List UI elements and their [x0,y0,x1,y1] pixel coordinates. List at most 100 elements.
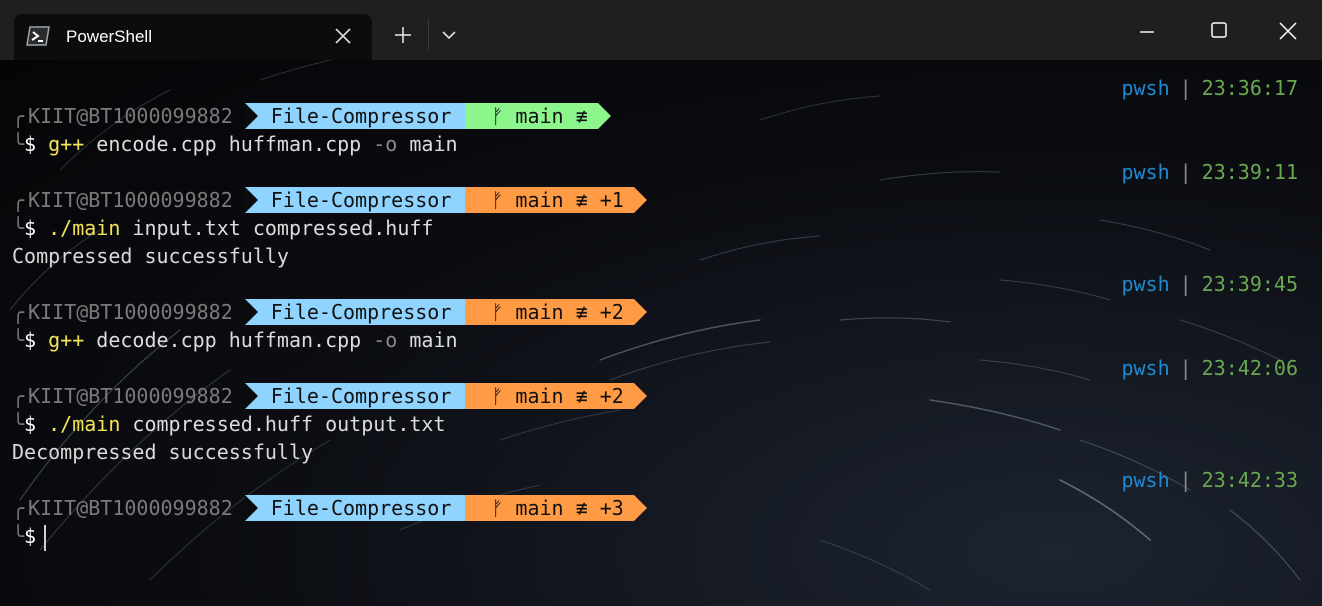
shell-name: pwsh [1121,468,1170,492]
prompt-symbol: $ [24,412,37,436]
command-output: Decompressed successfully [12,440,314,464]
timestamp: 23:39:45 [1201,272,1298,296]
tab-separator [428,20,429,50]
git-segment: ᚠ main ≢ +1 [465,187,647,213]
shell-name: pwsh [1121,160,1170,184]
sync-icon: ≢ [575,188,588,212]
branch-name: main [515,300,564,324]
command-args: decode.cpp huffman.cpp [84,328,374,352]
prompt-line: ╭ KIIT@BT1000099882 File-Compressor ᚠ main … [12,186,647,214]
prompt-separator: | [1179,76,1192,100]
git-status: +3 [587,496,624,520]
right-prompt: pwsh | 23:42:33 [1121,466,1298,494]
git-status: +1 [587,188,624,212]
input-line[interactable]: ╰$ [12,522,47,551]
close-tab-icon[interactable] [332,25,354,47]
prompt-user: KIIT@BT1000099882 [28,496,233,520]
sync-icon: ≢ [575,104,588,128]
prompt-corner-icon: ╭ [12,496,25,520]
dir-name: File-Compressor [270,300,452,324]
command-args: compressed.huff output.txt [120,412,446,436]
dir-name: File-Compressor [270,104,452,128]
prompt-user: KIIT@BT1000099882 [28,384,233,408]
right-prompt: pwsh | 23:36:17 [1121,74,1298,102]
dir-name: File-Compressor [270,188,452,212]
branch-icon: ᚠ [491,496,504,520]
tab-title: PowerShell [66,27,152,46]
dir-name: File-Compressor [270,496,452,520]
command-name: g++ [48,328,85,352]
dir-name: File-Compressor [270,384,452,408]
prompt-corner-icon: ╭ [12,384,25,408]
terminal-output: pwsh | 23:36:17 ╭ KIIT@BT1000099882 File-Com… [0,60,1322,606]
command-output: Compressed successfully [12,244,289,268]
maximize-icon[interactable] [1209,20,1229,40]
tab-powershell[interactable]: PowerShell [14,14,372,60]
shell-name: pwsh [1121,76,1170,100]
powershell-icon [26,26,50,46]
command-name: ./main [48,216,121,240]
command-rest: main [397,328,458,352]
command-name: ./main [48,412,121,436]
command-line: ╰$ ./main compressed.huff output.txt [12,410,446,438]
git-status: +2 [587,300,624,324]
command-flag: -o [373,328,398,352]
right-prompt: pwsh | 23:42:06 [1121,354,1298,382]
command-rest: main [397,132,458,156]
sync-icon: ≢ [575,384,588,408]
branch-name: main [515,188,564,212]
text-cursor [44,524,47,551]
prompt-corner-icon: ╭ [12,188,25,212]
prompt-corner-icon: ╰ [12,524,25,548]
dir-segment: File-Compressor [244,103,479,129]
prompt-corner-icon: ╰ [12,216,25,240]
prompt-user: KIIT@BT1000099882 [28,300,233,324]
command-flag: -o [373,132,398,156]
plus-icon[interactable] [392,24,414,46]
prompt-line: ╭ KIIT@BT1000099882 File-Compressor ᚠ main … [12,382,647,410]
timestamp: 23:39:11 [1201,160,1298,184]
minimize-icon[interactable] [1137,22,1157,42]
prompt-separator: | [1179,272,1192,296]
prompt-corner-icon: ╰ [12,132,25,156]
command-name: g++ [48,132,85,156]
branch-name: main [515,104,564,128]
branch-name: main [515,496,564,520]
git-segment: ᚠ main ≢ [465,103,611,129]
terminal-window: PowerShell pwsh | 23:36:17 ╭ KIIT@BT1000… [0,0,1322,606]
timestamp: 23:42:33 [1201,468,1298,492]
branch-icon: ᚠ [491,300,504,324]
prompt-separator: | [1179,356,1192,380]
command-args: encode.cpp huffman.cpp [84,132,374,156]
right-prompt: pwsh | 23:39:45 [1121,270,1298,298]
prompt-symbol: $ [24,132,37,156]
close-icon[interactable] [1277,20,1299,42]
prompt-corner-icon: ╰ [12,412,25,436]
dir-segment: File-Compressor [244,187,479,213]
prompt-symbol: $ [24,524,37,548]
prompt-user: KIIT@BT1000099882 [28,188,233,212]
git-segment: ᚠ main ≢ +2 [465,383,647,409]
dir-segment: File-Compressor [244,299,479,325]
timestamp: 23:36:17 [1201,76,1298,100]
title-bar: PowerShell [0,0,1322,60]
chevron-down-icon[interactable] [440,26,458,44]
prompt-corner-icon: ╭ [12,300,25,324]
git-segment: ᚠ main ≢ +3 [465,495,647,521]
prompt-user: KIIT@BT1000099882 [28,104,233,128]
command-args: input.txt compressed.huff [120,216,434,240]
git-status: +2 [587,384,624,408]
dir-segment: File-Compressor [244,495,479,521]
sync-icon: ≢ [575,496,588,520]
command-line: ╰$ g++ decode.cpp huffman.cpp -o main [12,326,458,354]
command-line: ╰$ ./main input.txt compressed.huff [12,214,433,242]
prompt-symbol: $ [24,328,37,352]
prompt-corner-icon: ╰ [12,328,25,352]
shell-name: pwsh [1121,356,1170,380]
shell-name: pwsh [1121,272,1170,296]
terminal-content[interactable]: pwsh | 23:36:17 ╭ KIIT@BT1000099882 File-Com… [0,60,1322,606]
prompt-corner-icon: ╭ [12,104,25,128]
git-segment: ᚠ main ≢ +2 [465,299,647,325]
prompt-line: ╭ KIIT@BT1000099882 File-Compressor ᚠ main … [12,102,611,130]
timestamp: 23:42:06 [1201,356,1298,380]
